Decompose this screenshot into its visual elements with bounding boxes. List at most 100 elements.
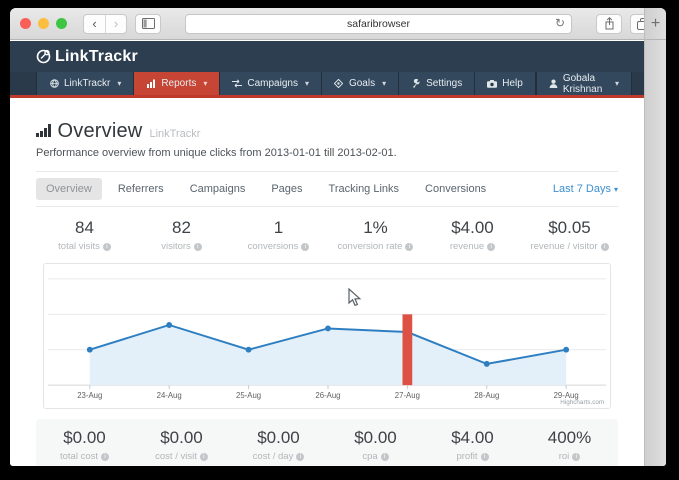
data-point-25-Aug[interactable]: [246, 347, 252, 353]
user-icon: [549, 79, 558, 89]
page-head: Overview LinkTrackr Performance overview…: [36, 120, 618, 159]
brand-logo-link[interactable]: LinkTrackr: [36, 48, 138, 66]
stat-value: $0.00: [327, 428, 424, 448]
scrollbar-strip[interactable]: +: [644, 8, 666, 466]
stat-conversions: 1conversions: [230, 218, 327, 252]
chart-credits[interactable]: Highcharts.com: [560, 399, 604, 406]
zoom-window-button[interactable]: [56, 18, 67, 29]
nav-item-label: Campaigns: [247, 78, 298, 89]
nav-item-help[interactable]: Help: [475, 72, 536, 95]
sidebar-toggle-button[interactable]: [135, 14, 161, 34]
stats-top-row: 84 total visits 82 visitors 1conversions1%co…: [36, 207, 618, 261]
refresh-icon[interactable]: ↻: [555, 16, 565, 30]
url-field[interactable]: safaribrowser ↻: [185, 14, 572, 34]
stat-total-visits: 84 total visits: [36, 218, 133, 252]
conversion-column-27-Aug[interactable]: [402, 314, 412, 385]
page-title: Overview: [58, 120, 143, 143]
chevron-down-icon: [613, 78, 619, 89]
data-point-23-Aug[interactable]: [87, 347, 93, 353]
data-point-28-Aug[interactable]: [484, 361, 490, 367]
info-icon[interactable]: [296, 453, 304, 461]
new-tab-button[interactable]: +: [645, 8, 666, 40]
stat-value: 1: [230, 218, 327, 238]
dashboard-content: Overview LinkTrackr Performance overview…: [10, 120, 644, 466]
nav-items: LinkTrackr Reports Campaigns Goals Settings H…: [36, 72, 536, 95]
stat-label: total cost: [60, 451, 98, 462]
nav-item-reports[interactable]: Reports: [134, 72, 220, 95]
main-nav: LinkTrackr Reports Campaigns Goals Settings H…: [10, 72, 644, 98]
tab-pages[interactable]: Pages: [261, 178, 312, 200]
web-page: LinkTrackr LinkTrackr Reports Campaigns Goa…: [10, 41, 644, 466]
info-icon[interactable]: [103, 243, 111, 251]
minimize-window-button[interactable]: [38, 18, 49, 29]
nav-item-campaigns[interactable]: Campaigns: [220, 72, 322, 95]
stat-revenue: $4.00revenue: [424, 218, 521, 252]
info-icon[interactable]: [381, 453, 389, 461]
x-axis-label: 26-Aug: [315, 391, 340, 400]
goal-icon: [334, 79, 344, 89]
stat-label: cpa: [362, 451, 377, 462]
browser-titlebar: ‹ › safaribrowser ↻: [10, 8, 666, 40]
nav-item-linktrackr[interactable]: LinkTrackr: [36, 72, 134, 95]
x-axis-label: 23-Aug: [77, 391, 102, 400]
info-icon[interactable]: [481, 453, 489, 461]
stat-label: profit: [456, 451, 477, 462]
stat-label: visitors: [161, 241, 191, 252]
tab-conversions[interactable]: Conversions: [415, 178, 496, 200]
info-icon[interactable]: [572, 453, 580, 461]
info-icon[interactable]: [301, 243, 309, 251]
share-button[interactable]: [596, 14, 622, 34]
browser-window: ‹ › safaribrowser ↻ + LinkTrackr LinkTra…: [10, 8, 666, 466]
stat-value: 84: [36, 218, 133, 238]
stat-value: 82: [133, 218, 230, 238]
info-icon[interactable]: [405, 243, 413, 251]
nav-item-label: Settings: [426, 78, 462, 89]
shuffle-icon: [232, 79, 242, 89]
info-icon[interactable]: [194, 243, 202, 251]
tab-overview[interactable]: Overview: [36, 178, 102, 200]
info-icon[interactable]: [601, 243, 609, 251]
nav-item-goals[interactable]: Goals: [322, 72, 399, 95]
stat-conversion-rate: 1%conversion rate: [327, 218, 424, 252]
close-window-button[interactable]: [20, 18, 31, 29]
info-icon[interactable]: [200, 453, 208, 461]
stat-label: cost / day: [253, 451, 294, 462]
forward-button[interactable]: ›: [105, 15, 126, 33]
stat-revenue-visitor: $0.05revenue / visitor: [521, 218, 618, 252]
mouse-cursor: [348, 288, 362, 308]
stat-cost-day: $0.00cost / day: [230, 428, 327, 462]
tabs-group: Overview Referrers CampaignsPages Tracking …: [36, 178, 502, 200]
date-range-selector[interactable]: Last 7 Days: [553, 183, 618, 195]
nav-item-settings[interactable]: Settings: [399, 72, 475, 95]
nav-item-label: Help: [502, 78, 523, 89]
data-point-24-Aug[interactable]: [166, 322, 172, 328]
data-point-26-Aug[interactable]: [325, 325, 331, 331]
stat-value: $0.05: [521, 218, 618, 238]
nav-item-label: Reports: [161, 78, 196, 89]
x-axis-label: 24-Aug: [157, 391, 182, 400]
x-axis-label: 25-Aug: [236, 391, 261, 400]
tab-tracking-links[interactable]: Tracking Links: [319, 178, 410, 200]
tab-campaigns[interactable]: Campaigns: [180, 178, 256, 200]
chart-icon: [146, 79, 156, 89]
stat-total-cost: $0.00total cost: [36, 428, 133, 462]
visits-chart[interactable]: 23-Aug24-Aug25-Aug26-Aug27-Aug28-Aug29-A…: [44, 264, 610, 408]
stat-label: total visits: [58, 241, 100, 252]
history-nav-buttons: ‹ ›: [83, 14, 127, 34]
nav-item-label: Goals: [349, 78, 375, 89]
user-menu[interactable]: Gobala Krishnan: [536, 72, 632, 95]
data-point-29-Aug[interactable]: [563, 347, 569, 353]
back-button[interactable]: ‹: [84, 15, 105, 33]
stat-label: roi: [559, 451, 570, 462]
stat-roi: 400%roi: [521, 428, 618, 462]
info-icon[interactable]: [487, 243, 495, 251]
wrench-icon: [411, 79, 421, 89]
brand-name: LinkTrackr: [55, 48, 138, 66]
report-tabs: Overview Referrers CampaignsPages Tracking …: [36, 172, 618, 206]
stat-label: conversion rate: [338, 241, 403, 252]
url-text: safaribrowser: [347, 18, 410, 30]
stat-profit: $4.00 profit: [424, 428, 521, 462]
stat-value: $4.00: [424, 428, 521, 448]
info-icon[interactable]: [101, 453, 109, 461]
tab-referrers[interactable]: Referrers: [108, 178, 174, 200]
